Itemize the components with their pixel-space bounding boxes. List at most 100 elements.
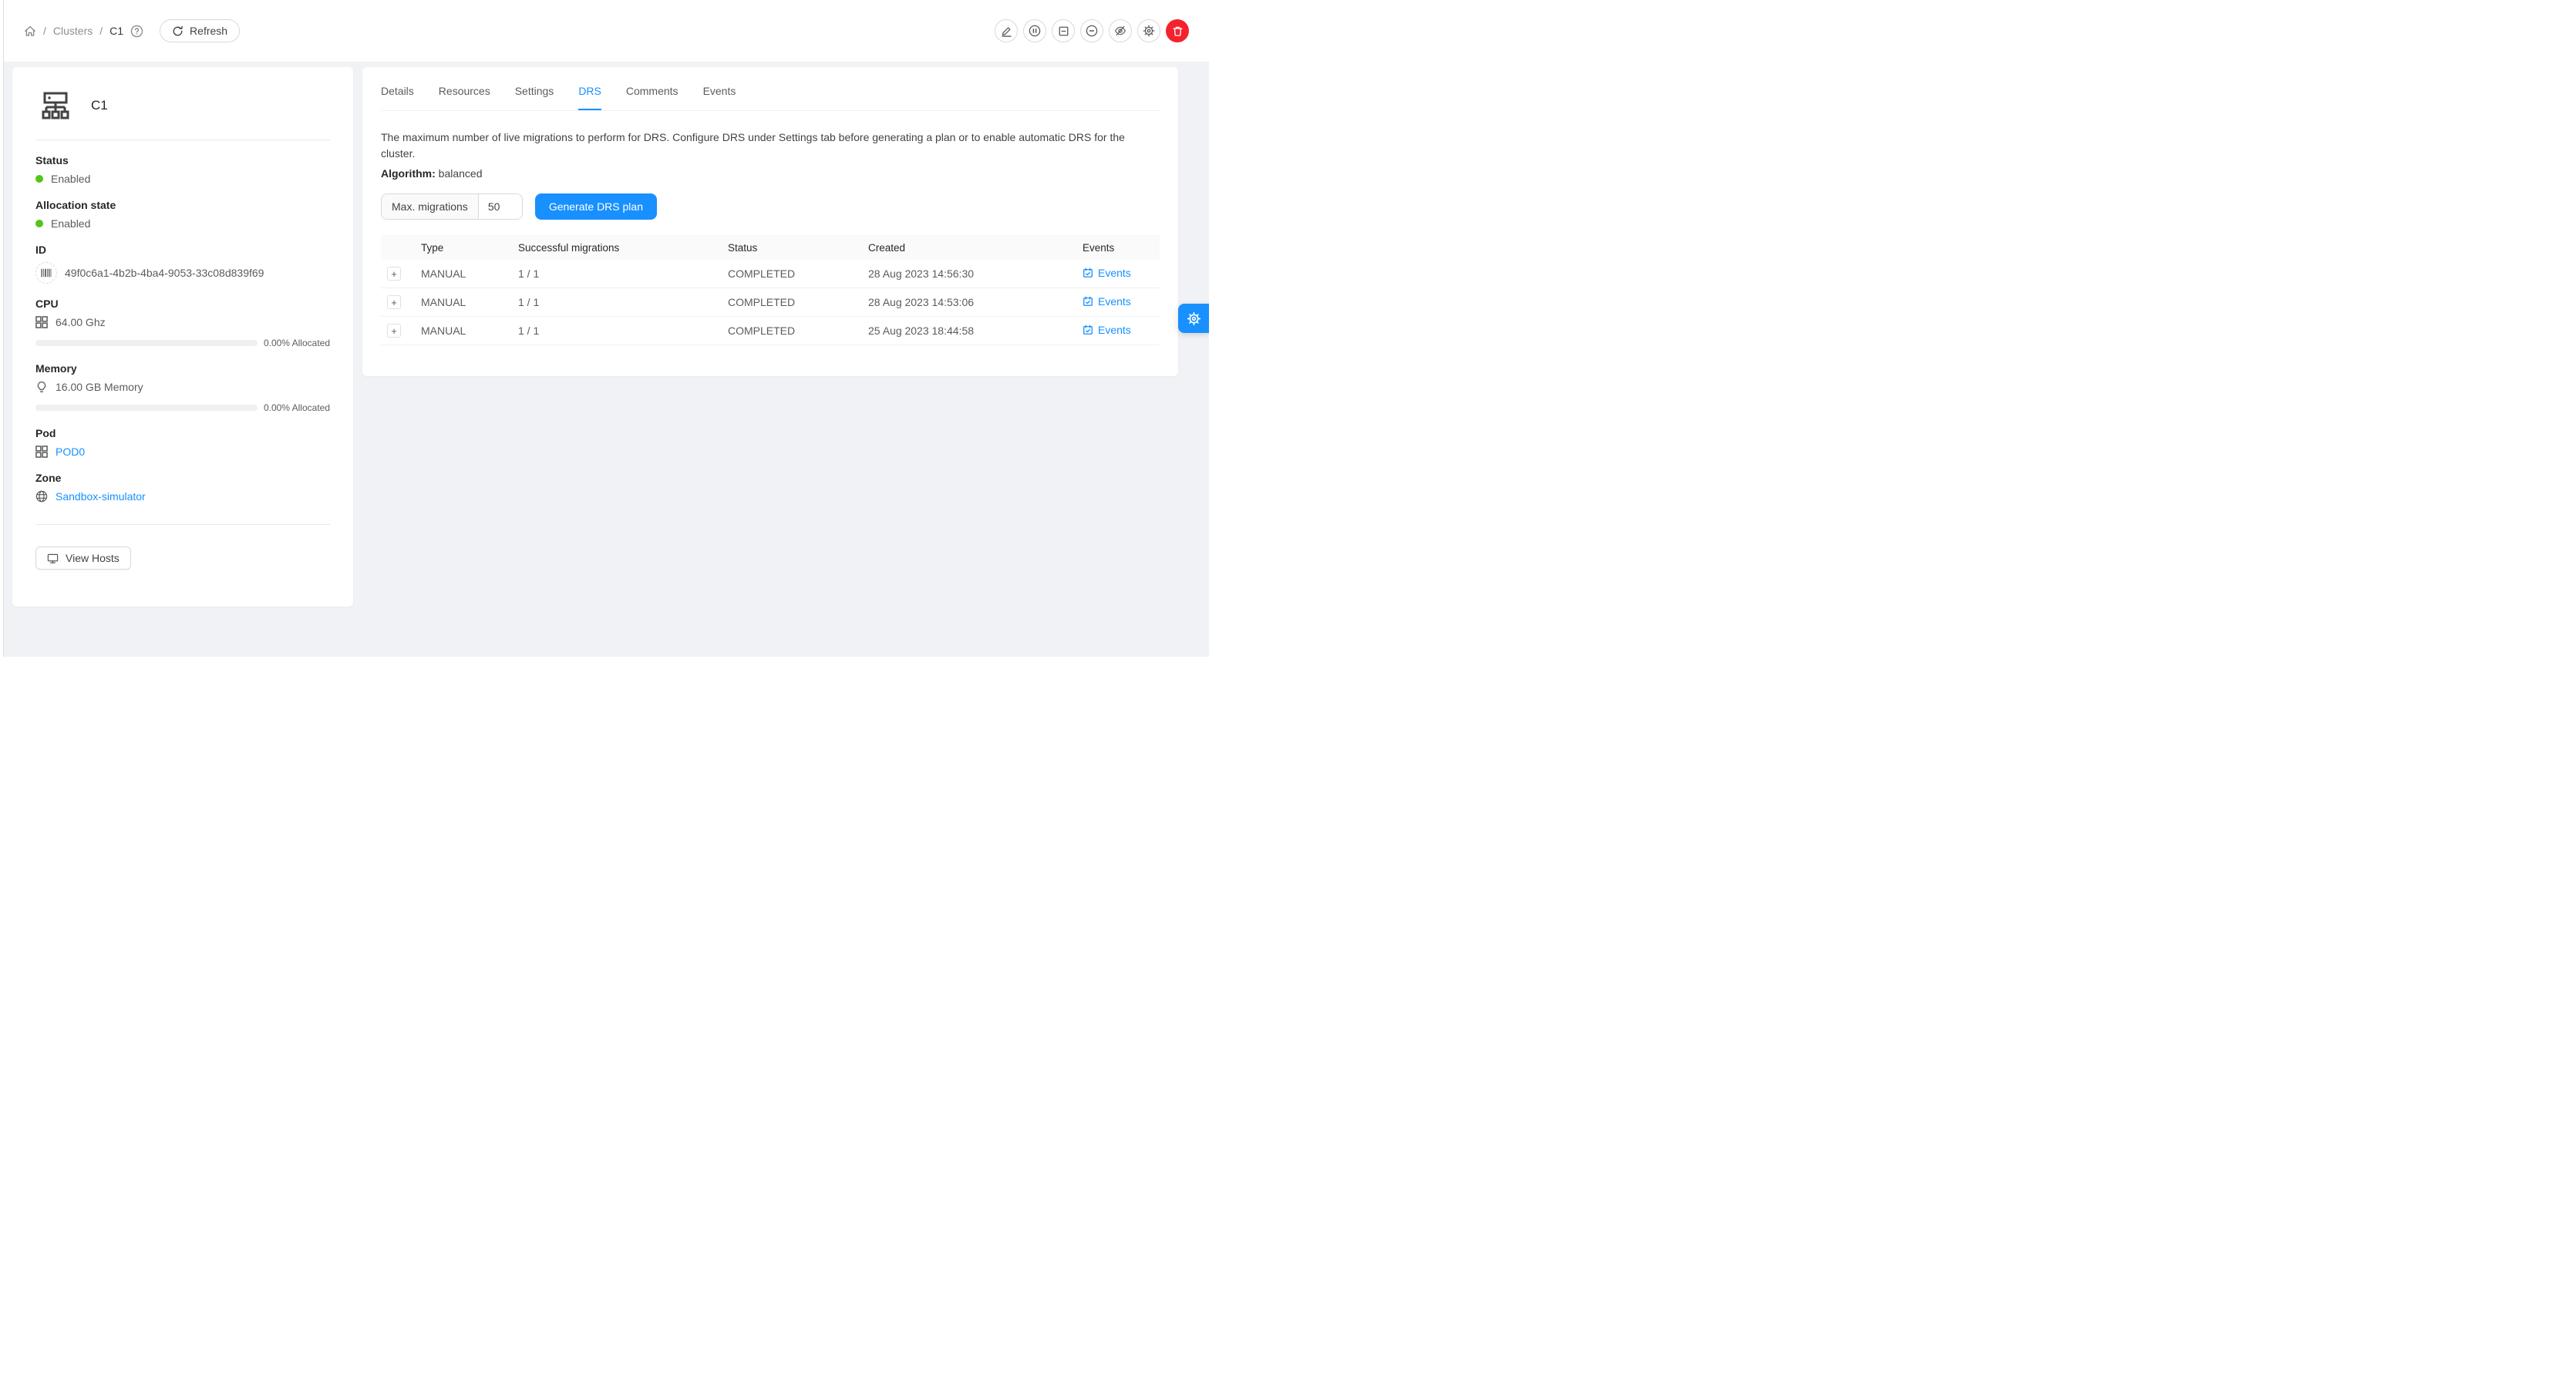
cluster-icon — [40, 90, 71, 121]
calendar-check-icon — [1083, 296, 1093, 307]
header-actions — [995, 19, 1189, 42]
id-label: ID — [35, 244, 330, 256]
table-header-row: Type Successful migrations Status Create… — [381, 235, 1160, 260]
info-footer-divider — [35, 524, 330, 525]
refresh-label: Refresh — [190, 25, 227, 37]
table-row: + MANUAL 1 / 1 COMPLETED 28 Aug 2023 14:… — [381, 260, 1160, 288]
breadcrumb-separator: / — [43, 25, 46, 37]
barcode-icon — [35, 262, 57, 284]
tab-details[interactable]: Details — [381, 67, 414, 110]
help-question-circle-icon[interactable] — [130, 25, 143, 38]
memory-label: Memory — [35, 362, 330, 375]
cpu-progress-track — [35, 340, 258, 346]
cell-created: 28 Aug 2023 14:53:06 — [862, 296, 1076, 308]
column-header-created: Created — [862, 242, 1076, 254]
cell-created: 25 Aug 2023 18:44:58 — [862, 325, 1076, 337]
cluster-detail-panel: Details Resources Settings DRS Comments … — [362, 67, 1178, 376]
cell-status: COMPLETED — [722, 325, 862, 337]
allocation-state-dot — [35, 220, 43, 227]
status-value: Enabled — [51, 173, 90, 185]
breadcrumb: / Clusters / C1 Refresh — [24, 19, 240, 42]
pod-link[interactable]: POD0 — [56, 446, 85, 458]
cpu-progress: 0.00% Allocated — [35, 338, 330, 348]
edit-button[interactable] — [995, 19, 1018, 42]
cell-type: MANUAL — [415, 267, 512, 280]
max-migrations-input[interactable] — [479, 194, 522, 219]
breadcrumb-item-clusters[interactable]: Clusters — [53, 25, 93, 37]
zone-globe-icon — [35, 490, 48, 503]
expand-row-button[interactable]: + — [387, 295, 401, 309]
cpu-allocated-text: 0.00% Allocated — [264, 338, 330, 348]
generate-drs-plan-button[interactable]: Generate DRS plan — [535, 193, 657, 220]
events-link-label: Events — [1098, 267, 1131, 279]
tab-settings[interactable]: Settings — [515, 67, 554, 110]
page: / Clusters / C1 Refresh — [0, 0, 1209, 657]
calendar-check-icon — [1083, 325, 1093, 335]
minus-circle-button[interactable] — [1080, 19, 1103, 42]
settings-gear-button[interactable] — [1137, 19, 1160, 42]
expand-row-button[interactable]: + — [387, 324, 401, 338]
drs-controls: Max. migrations Generate DRS plan — [381, 193, 1160, 220]
events-link-label: Events — [1098, 295, 1131, 308]
memory-bulb-icon — [35, 381, 48, 393]
tab-comments[interactable]: Comments — [626, 67, 679, 110]
delete-button[interactable] — [1166, 19, 1189, 42]
zone-section: Zone Sandbox-simulator — [35, 472, 330, 503]
max-migrations-group: Max. migrations — [381, 193, 523, 220]
eye-invisible-button[interactable] — [1109, 19, 1132, 42]
tab-bar: Details Resources Settings DRS Comments … — [381, 67, 1160, 111]
pod-section: Pod POD0 — [35, 427, 330, 458]
tab-events[interactable]: Events — [703, 67, 736, 110]
column-header-type: Type — [415, 242, 512, 254]
breadcrumb-item-current: C1 — [109, 25, 123, 37]
algorithm-line: Algorithm: balanced — [381, 167, 1160, 180]
home-icon[interactable] — [24, 25, 36, 37]
zone-label: Zone — [35, 472, 330, 484]
gear-icon — [1187, 311, 1201, 326]
allocation-state-label: Allocation state — [35, 199, 330, 211]
content-area: C1 Status Enabled Allocation state Enabl… — [4, 62, 1209, 657]
cell-status: COMPLETED — [722, 267, 862, 280]
status-dot — [35, 175, 43, 183]
zone-link[interactable]: Sandbox-simulator — [56, 490, 146, 503]
cluster-name: C1 — [91, 98, 108, 113]
cell-type: MANUAL — [415, 325, 512, 337]
view-hosts-button[interactable]: View Hosts — [35, 546, 131, 570]
memory-section: Memory 16.00 GB Memory 0.00% Allocated — [35, 362, 330, 413]
row-events-link[interactable]: Events — [1083, 295, 1131, 308]
tab-drs[interactable]: DRS — [578, 67, 601, 110]
row-events-link[interactable]: Events — [1083, 267, 1131, 279]
events-link-label: Events — [1098, 324, 1131, 336]
algorithm-value: balanced — [439, 167, 483, 180]
pod-label: Pod — [35, 427, 330, 439]
max-migrations-label: Max. migrations — [382, 194, 479, 219]
drs-description: The maximum number of live migrations to… — [381, 129, 1160, 162]
tab-resources[interactable]: Resources — [439, 67, 490, 110]
pause-circle-button[interactable] — [1023, 19, 1046, 42]
cell-migrations: 1 / 1 — [512, 325, 722, 337]
window-left-edge — [0, 0, 4, 657]
cluster-id-value: 49f0c6a1-4b2b-4ba4-9053-33c08d839f69 — [65, 267, 264, 279]
table-row: + MANUAL 1 / 1 COMPLETED 28 Aug 2023 14:… — [381, 288, 1160, 317]
column-header-successful-migrations: Successful migrations — [512, 242, 722, 254]
cpu-label: CPU — [35, 298, 330, 310]
cluster-info-panel: C1 Status Enabled Allocation state Enabl… — [12, 67, 353, 607]
cluster-title-row: C1 — [35, 87, 330, 140]
refresh-button[interactable]: Refresh — [160, 19, 240, 42]
settings-drawer-toggle[interactable] — [1178, 304, 1209, 333]
cell-created: 28 Aug 2023 14:56:30 — [862, 267, 1076, 280]
minus-square-button[interactable] — [1052, 19, 1075, 42]
reload-icon — [172, 25, 184, 37]
allocation-state-section: Allocation state Enabled — [35, 199, 330, 230]
expand-row-button[interactable]: + — [387, 267, 401, 281]
cell-type: MANUAL — [415, 296, 512, 308]
pod-grid-icon — [35, 446, 48, 458]
top-header: / Clusters / C1 Refresh — [4, 0, 1209, 62]
cell-migrations: 1 / 1 — [512, 267, 722, 280]
memory-allocated-text: 0.00% Allocated — [264, 402, 330, 413]
desktop-icon — [47, 553, 59, 564]
id-section: ID 49f0c6a1-4b2b-4ba4-9053-33c08d839f69 — [35, 244, 330, 284]
column-header-events: Events — [1076, 242, 1160, 254]
row-events-link[interactable]: Events — [1083, 324, 1131, 336]
calendar-check-icon — [1083, 267, 1093, 278]
